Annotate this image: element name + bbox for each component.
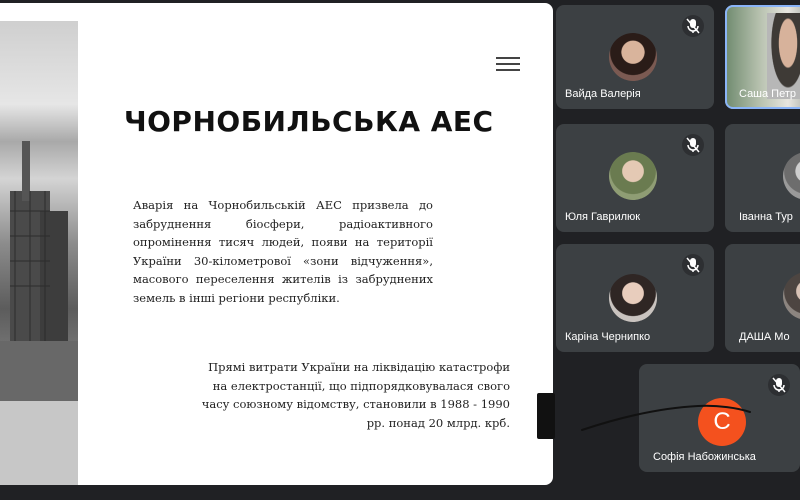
mic-off-icon <box>768 374 790 396</box>
participant-name: Вайда Валерія <box>565 88 641 100</box>
avatar <box>783 272 800 320</box>
mic-off-icon <box>682 254 704 276</box>
slide-paragraph-consequences: Аварія на Чорнобильській АЕС призвела до… <box>133 198 433 305</box>
participant-tile[interactable]: Каріна Чернипко <box>556 244 714 352</box>
participant-name: ДАША Мо <box>739 331 790 343</box>
participant-tile-active[interactable]: Саша Петр <box>725 5 800 109</box>
menu-icon[interactable] <box>496 57 520 73</box>
slide-title: ЧОРНОБИЛЬСЬКА АЕС <box>124 105 494 138</box>
participant-name: Саша Петр <box>739 88 796 100</box>
participant-tile[interactable]: Юля Гаврилюк <box>556 124 714 232</box>
mic-off-icon <box>682 134 704 156</box>
participant-tile[interactable]: ДАША Мо <box>725 244 800 352</box>
participant-tile[interactable]: Вайда Валерія <box>556 5 714 109</box>
mic-off-icon <box>682 15 704 37</box>
participant-name: Каріна Чернипко <box>565 331 651 343</box>
avatar <box>609 152 657 200</box>
presentation-side-handle[interactable] <box>537 393 555 439</box>
avatar <box>609 274 657 322</box>
annotation-stroke <box>581 404 751 431</box>
video-feed <box>767 13 800 99</box>
participant-tile[interactable]: Іванна Тур <box>725 124 800 232</box>
avatar <box>783 152 800 200</box>
slide-paragraph-costs: Прямі витрати України на ліквідацію ката… <box>201 360 510 430</box>
chernobyl-photo <box>0 21 78 485</box>
participant-name: Софія Набожинська <box>653 451 756 463</box>
participant-name: Іванна Тур <box>739 211 793 223</box>
participant-name: Юля Гаврилюк <box>565 211 641 223</box>
avatar <box>609 33 657 81</box>
presentation-slide: ЧОРНОБИЛЬСЬКА АЕС Аварія на Чорнобильськ… <box>0 3 553 485</box>
